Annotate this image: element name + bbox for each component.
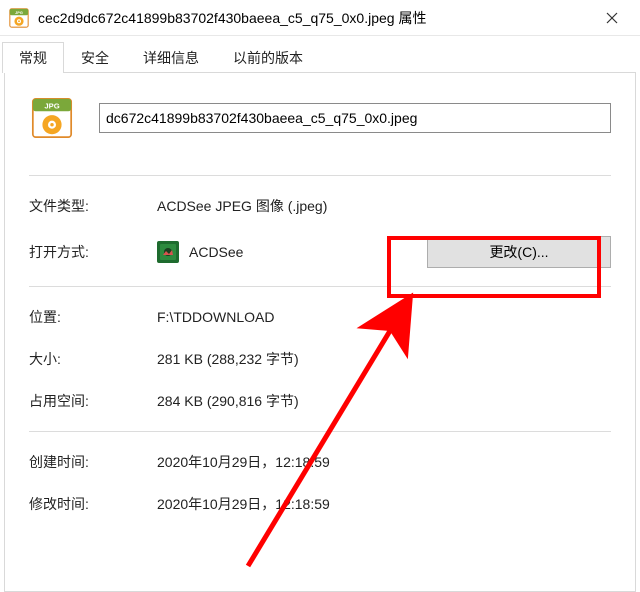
- value-created: 2020年10月29日，12:18:59: [157, 452, 611, 472]
- close-icon: [606, 12, 618, 24]
- value-size: 281 KB (288,232 字节): [157, 349, 611, 369]
- window-title: cec2d9dc672c41899b83702f430baeea_c5_q75_…: [38, 8, 590, 28]
- label-openwith: 打开方式:: [29, 242, 157, 262]
- row-location: 位置: F:\TDDOWNLOAD: [29, 305, 611, 329]
- tab-label: 详细信息: [143, 50, 199, 66]
- label-size: 大小:: [29, 349, 157, 369]
- filename-input[interactable]: [99, 103, 611, 133]
- separator: [29, 175, 611, 176]
- tab-label: 以前的版本: [233, 50, 303, 66]
- change-button[interactable]: 更改(C)...: [427, 236, 611, 268]
- jpeg-file-icon-large: JPG: [29, 95, 75, 141]
- tabs-container: 常规 安全 详细信息 以前的版本 JPG 文件类型: ACDSee JPE: [0, 36, 640, 592]
- openwith-app-name: ACDSee: [189, 244, 243, 260]
- tab-strip: 常规 安全 详细信息 以前的版本: [2, 42, 638, 72]
- titlebar: JPG cec2d9dc672c41899b83702f430baeea_c5_…: [0, 0, 640, 36]
- label-modified: 修改时间:: [29, 494, 157, 514]
- value-filetype: ACDSee JPEG 图像 (.jpeg): [157, 196, 611, 216]
- separator: [29, 286, 611, 287]
- value-location: F:\TDDOWNLOAD: [157, 309, 611, 325]
- value-openwith: ACDSee 更改(C)...: [157, 236, 611, 268]
- row-filetype: 文件类型: ACDSee JPEG 图像 (.jpeg): [29, 194, 611, 218]
- tab-panel-general: JPG 文件类型: ACDSee JPEG 图像 (.jpeg) 打开方式:: [4, 72, 636, 592]
- row-created: 创建时间: 2020年10月29日，12:18:59: [29, 450, 611, 474]
- tab-details[interactable]: 详细信息: [126, 42, 216, 73]
- change-button-label: 更改(C)...: [489, 244, 548, 260]
- value-modified: 2020年10月29日，12:18:59: [157, 494, 611, 514]
- svg-text:JPG: JPG: [15, 10, 23, 14]
- acdsee-app-icon: [157, 241, 179, 263]
- jpeg-file-icon: JPG: [8, 7, 30, 29]
- row-size: 大小: 281 KB (288,232 字节): [29, 347, 611, 371]
- row-sizeondisk: 占用空间: 284 KB (290,816 字节): [29, 389, 611, 413]
- label-sizeondisk: 占用空间:: [29, 391, 157, 411]
- label-filetype: 文件类型:: [29, 196, 157, 216]
- separator: [29, 431, 611, 432]
- row-openwith: 打开方式: ACDSee 更改(C)...: [29, 236, 611, 268]
- tab-general[interactable]: 常规: [2, 42, 64, 73]
- label-created: 创建时间:: [29, 452, 157, 472]
- row-modified: 修改时间: 2020年10月29日，12:18:59: [29, 492, 611, 516]
- tab-label: 安全: [81, 50, 109, 66]
- label-location: 位置:: [29, 307, 157, 327]
- tab-security[interactable]: 安全: [64, 42, 126, 73]
- file-header: JPG: [29, 95, 611, 141]
- value-sizeondisk: 284 KB (290,816 字节): [157, 391, 611, 411]
- close-button[interactable]: [590, 3, 634, 33]
- tab-previous-versions[interactable]: 以前的版本: [216, 42, 320, 73]
- svg-text:JPG: JPG: [44, 101, 59, 110]
- tab-label: 常规: [19, 50, 47, 66]
